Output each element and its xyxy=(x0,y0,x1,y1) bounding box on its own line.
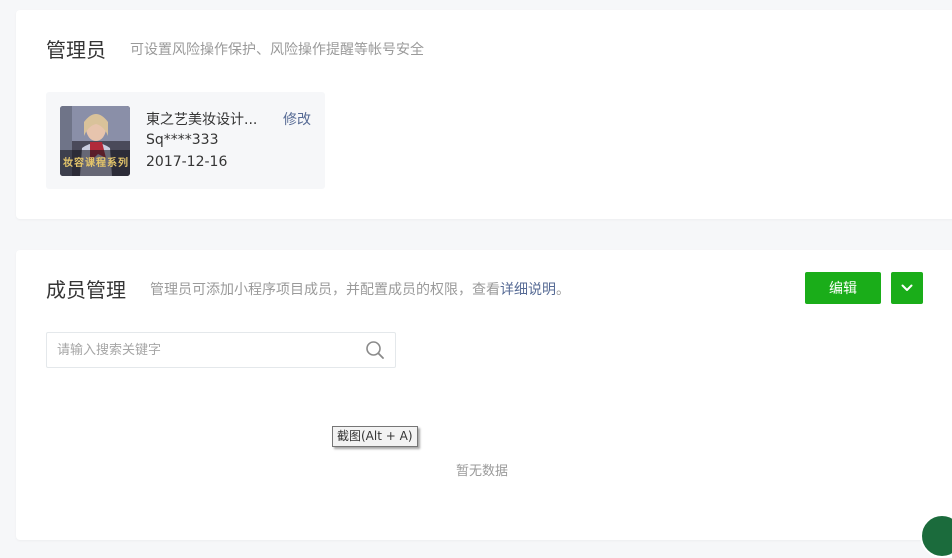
search-box xyxy=(46,332,396,368)
chevron-down-icon xyxy=(901,284,913,291)
screenshot-tooltip: 截图(Alt + A) xyxy=(332,426,418,447)
members-section-title: 成员管理 xyxy=(46,278,126,302)
admin-section-title: 管理员 xyxy=(46,38,106,62)
search-input[interactable] xyxy=(47,333,367,367)
admin-modify-link[interactable]: 修改 xyxy=(283,109,311,129)
edit-button[interactable]: 编辑 xyxy=(805,272,881,304)
admin-avatar: 妆容课程系列 xyxy=(60,106,130,176)
members-section-description: 管理员可添加小程序项目成员，并配置成员的权限，查看详细说明。 xyxy=(150,279,570,299)
admin-card: 管理员 可设置风险操作保护、风险操作提醒等帐号安全 妆容课程系列 東之艺美妆设计… xyxy=(16,10,952,219)
members-description-suffix: 。 xyxy=(556,282,570,298)
members-description-text: 管理员可添加小程序项目成员，并配置成员的权限，查看 xyxy=(150,282,500,298)
details-link[interactable]: 详细说明 xyxy=(500,282,556,298)
admin-account: Sq****333 xyxy=(146,132,219,148)
search-icon[interactable] xyxy=(365,340,385,360)
admin-info-box: 妆容课程系列 東之艺美妆设计... 修改 Sq****333 2017-12-1… xyxy=(46,92,325,189)
members-card: 成员管理 管理员可添加小程序项目成员，并配置成员的权限，查看详细说明。 编辑 截… xyxy=(16,250,952,540)
admin-date: 2017-12-16 xyxy=(146,154,228,170)
empty-state-text: 暂无数据 xyxy=(456,464,509,479)
admin-section-description: 可设置风险操作保护、风险操作提醒等帐号安全 xyxy=(130,42,424,58)
admin-name: 東之艺美妆设计... xyxy=(146,112,258,128)
more-options-button[interactable] xyxy=(891,272,923,304)
avatar-caption: 妆容课程系列 xyxy=(63,158,129,169)
